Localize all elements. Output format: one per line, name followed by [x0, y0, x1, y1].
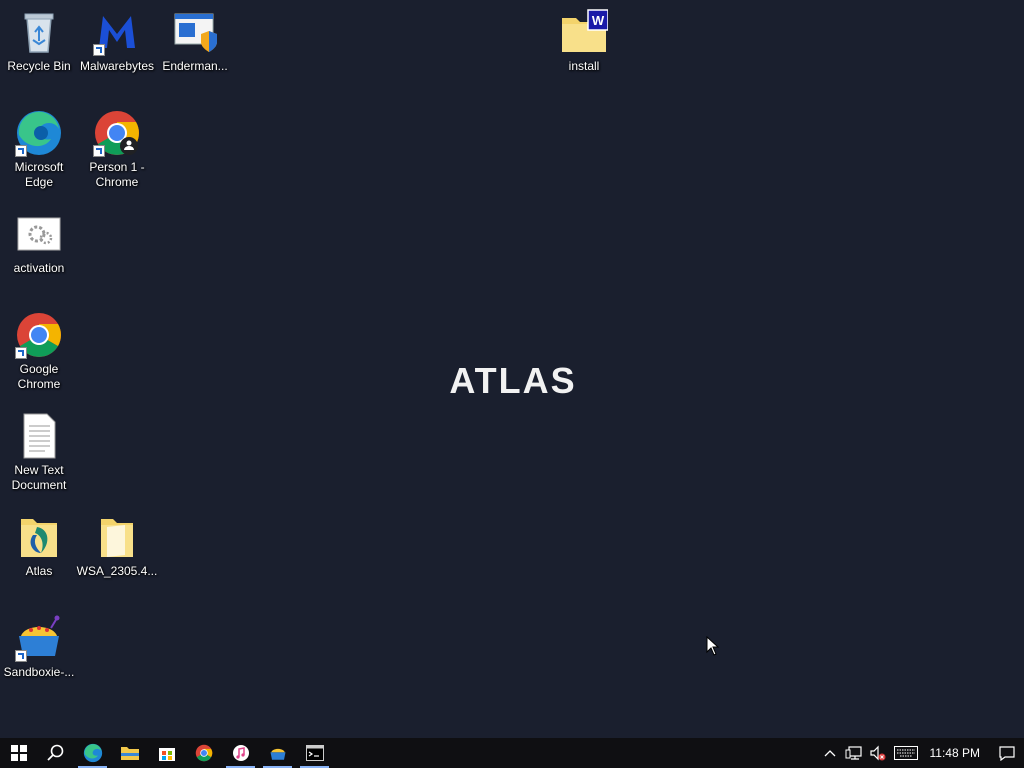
system-tray: 11:48 PM — [818, 738, 1024, 768]
svg-text:W: W — [592, 13, 605, 28]
taskbar-chrome[interactable] — [185, 738, 222, 768]
network-icon — [845, 746, 862, 760]
desktop-icon-label: WSA_2305.4... — [76, 564, 158, 578]
atlas-logo: ATLAS — [449, 360, 577, 401]
person-1-chrome-shortcut[interactable]: Person 1 - Chrome — [78, 103, 156, 189]
recycle-bin-shortcut[interactable]: Recycle Bin — [0, 2, 78, 86]
desktop-icon-label: Malwarebytes — [79, 59, 155, 73]
taskbar: 11:48 PM — [0, 738, 1024, 768]
taskbar-store[interactable] — [148, 738, 185, 768]
chevron-up-icon — [824, 750, 835, 757]
desktop-icon-label: Microsoft Edge — [14, 160, 64, 189]
taskbar-sandboxie[interactable] — [259, 738, 296, 768]
show-hidden-icons-button[interactable] — [818, 738, 842, 768]
search-icon — [46, 744, 63, 761]
activation-file[interactable]: activation — [0, 204, 78, 288]
new-text-document-file[interactable]: New Text Document — [0, 406, 78, 492]
sandboxie-icon — [15, 614, 63, 662]
volume-button[interactable] — [866, 738, 890, 768]
cursor-arrow-icon — [706, 635, 720, 656]
desktop: Recycle Bin Malwarebytes Enderman... W i… — [0, 0, 1024, 738]
edge-icon — [15, 109, 63, 157]
taskbar-file-explorer[interactable] — [111, 738, 148, 768]
text-document-icon — [15, 412, 63, 460]
folder-icon: W — [560, 8, 609, 56]
desktop-icon-label: Sandboxie-... — [3, 665, 75, 679]
microsoft-edge-shortcut[interactable]: Microsoft Edge — [0, 103, 78, 189]
start-button[interactable] — [0, 738, 37, 768]
sandboxie-icon — [270, 748, 285, 760]
taskbar-terminal[interactable] — [296, 738, 333, 768]
wsa-folder[interactable]: WSA_2305.4... — [76, 507, 158, 591]
chrome-icon — [93, 109, 141, 157]
desktop-icon-label: Google Chrome — [17, 362, 61, 391]
edge-icon — [83, 743, 102, 763]
shortcut-arrow-icon — [93, 145, 105, 157]
mouse-cursor — [706, 635, 720, 661]
touch-keyboard-button[interactable] — [890, 738, 922, 768]
shortcut-arrow-icon — [15, 650, 27, 662]
folder-icon — [93, 513, 141, 561]
desktop-icon-label: activation — [13, 261, 65, 275]
taskbar-itunes[interactable] — [222, 738, 259, 768]
terminal-icon — [305, 745, 324, 761]
desktop-icon-label: New Text Document — [11, 463, 67, 492]
enderman-shortcut[interactable]: Enderman... — [156, 2, 234, 86]
volume-muted-icon — [869, 745, 886, 761]
chrome-icon — [195, 744, 212, 762]
action-center-button[interactable] — [990, 738, 1024, 768]
malwarebytes-shortcut[interactable]: Malwarebytes — [78, 2, 156, 86]
store-icon — [158, 748, 175, 761]
shortcut-arrow-icon — [15, 145, 27, 157]
folder-icon — [15, 513, 63, 561]
settings-file-icon — [15, 210, 63, 258]
keyboard-icon — [893, 746, 918, 760]
recycle-bin-icon — [15, 8, 63, 56]
sandboxie-shortcut[interactable]: Sandboxie-... — [0, 608, 78, 692]
network-button[interactable] — [842, 738, 866, 768]
desktop-icon-label: Recycle Bin — [7, 59, 71, 73]
install-folder[interactable]: W install — [545, 2, 623, 86]
desktop-icon-label: Person 1 - Chrome — [89, 160, 145, 189]
enderman-icon — [171, 8, 219, 56]
windows-start-icon — [10, 745, 27, 761]
desktop-icon-label: install — [568, 59, 600, 73]
malwarebytes-icon — [93, 8, 141, 56]
taskbar-clock[interactable]: 11:48 PM — [922, 746, 990, 760]
atlas-folder[interactable]: Atlas — [0, 507, 78, 591]
file-explorer-icon — [120, 747, 139, 760]
search-button[interactable] — [37, 738, 74, 768]
shortcut-arrow-icon — [15, 347, 27, 359]
itunes-icon — [232, 745, 249, 761]
desktop-icon-label: Atlas — [25, 564, 53, 578]
taskbar-edge[interactable] — [74, 738, 111, 768]
desktop-icon-label: Enderman... — [162, 59, 228, 73]
chrome-icon — [15, 311, 63, 359]
google-chrome-shortcut[interactable]: Google Chrome — [0, 305, 78, 391]
shortcut-arrow-icon — [93, 44, 105, 56]
notification-icon — [999, 745, 1015, 761]
